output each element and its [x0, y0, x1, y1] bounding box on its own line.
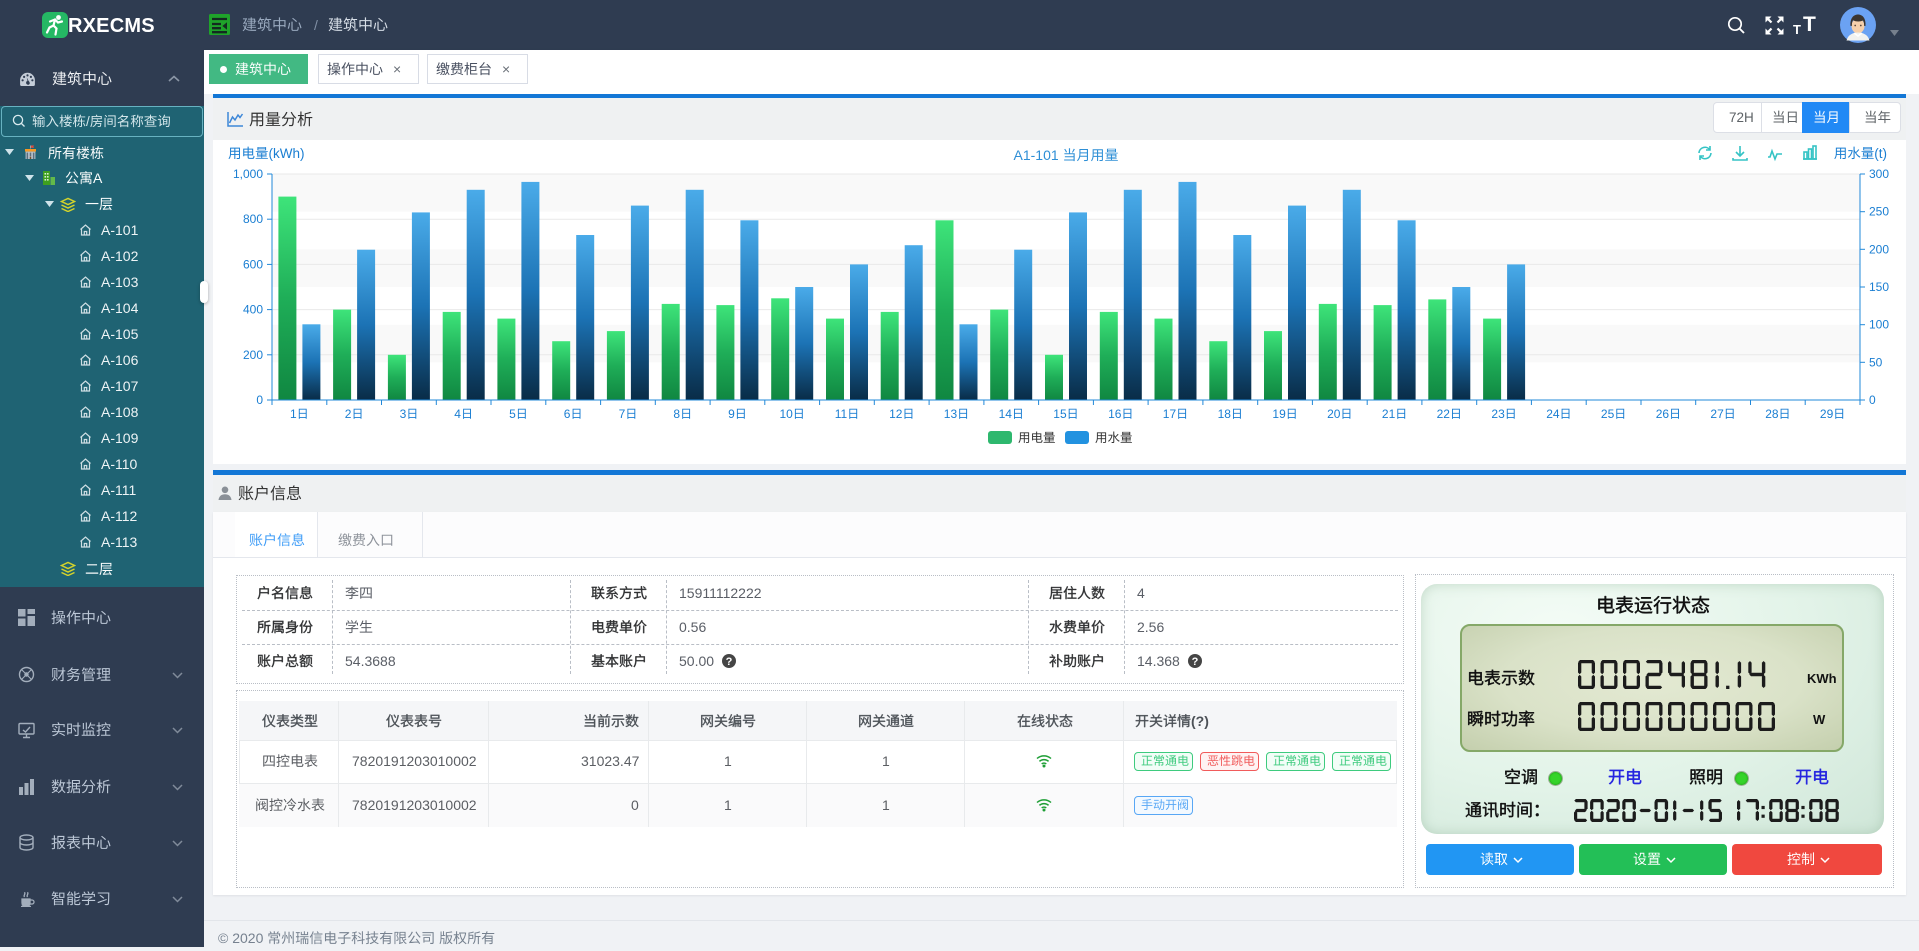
svg-text:：: ： [1533, 801, 1550, 820]
svg-text:W: W [1813, 712, 1826, 727]
svg-text:KWh: KWh [1807, 671, 1837, 686]
svg-text:© 2020: © 2020 [218, 930, 264, 946]
